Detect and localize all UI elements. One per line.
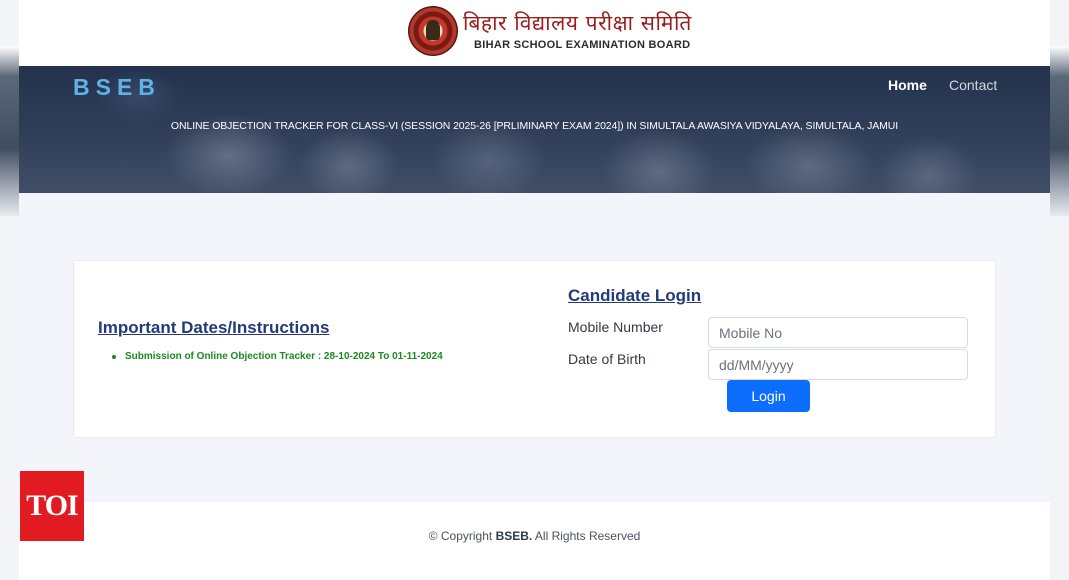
seal-emblem-icon	[426, 20, 440, 40]
date-of-birth-label: Date of Birth	[568, 351, 646, 367]
candidate-login-title: Candidate Login	[568, 286, 702, 305]
footer-org-name: BSEB.	[495, 529, 533, 543]
login-card: Important Dates/Instructions Submission …	[73, 260, 996, 438]
footer: © Copyright BSEB. All Rights Reserved	[19, 529, 1050, 543]
date-of-birth-input[interactable]	[708, 349, 968, 380]
logo-english-text: BIHAR SCHOOL EXAMINATION BOARD	[474, 39, 691, 51]
footer-rights-text: All Rights Reserved	[532, 529, 641, 543]
hero-banner: BSEB Home Contact ONLINE OBJECTION TRACK…	[19, 66, 1050, 193]
page: बिहार विद्यालय परीक्षा समिति BIHAR SCHOO…	[19, 0, 1050, 580]
bseb-seal-logo	[408, 6, 458, 56]
logo-hindi-text: बिहार विद्यालय परीक्षा समिति	[463, 11, 692, 35]
nav-contact-link[interactable]: Contact	[949, 77, 997, 93]
right-margin-shade	[1050, 46, 1069, 216]
login-button[interactable]: Login	[727, 380, 810, 412]
hero-title: ONLINE OBJECTION TRACKER FOR CLASS-VI (S…	[170, 120, 899, 132]
logo-header: बिहार विद्यालय परीक्षा समिति BIHAR SCHOO…	[19, 0, 1050, 66]
instructions-title: Important Dates/Instructions	[98, 318, 330, 337]
instruction-item: Submission of Online Objection Tracker :…	[112, 351, 443, 362]
nav-home-link[interactable]: Home	[888, 77, 927, 93]
mobile-number-label: Mobile Number	[568, 319, 663, 335]
brand-link[interactable]: BSEB	[73, 74, 161, 101]
mobile-number-input[interactable]	[708, 317, 968, 348]
toi-watermark-logo: TOI	[20, 471, 84, 541]
instructions-list: Submission of Online Objection Tracker :…	[112, 351, 443, 362]
footer-copyright-prefix: © Copyright	[428, 529, 496, 543]
left-margin-shade	[0, 46, 19, 216]
